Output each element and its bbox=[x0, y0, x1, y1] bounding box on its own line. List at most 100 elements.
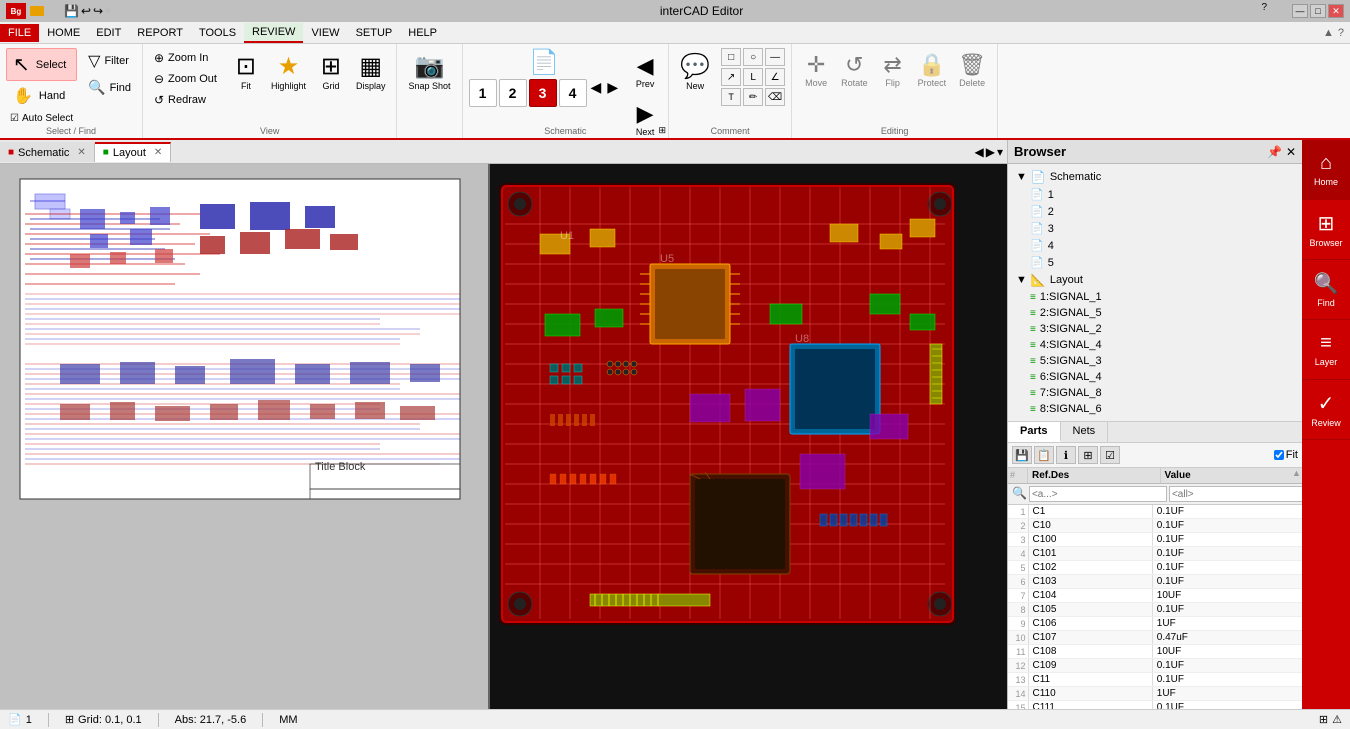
comment-text-button[interactable]: T bbox=[721, 88, 741, 106]
browser-copy-btn[interactable]: 📋 bbox=[1034, 446, 1054, 464]
tree-signal-7[interactable]: ≡7:SIGNAL_8 bbox=[1026, 385, 1298, 401]
minimize-button[interactable]: — bbox=[1292, 4, 1308, 18]
ribbon-minimize-icon[interactable]: ▲ bbox=[1323, 27, 1334, 39]
comment-rect-button[interactable]: □ bbox=[721, 48, 741, 66]
comment-arrow-button[interactable]: ↗ bbox=[721, 68, 741, 86]
highlight-button[interactable]: ★ Highlight bbox=[266, 48, 311, 95]
flip-button[interactable]: ⇄ Flip bbox=[875, 48, 911, 92]
tree-signal-1[interactable]: ≡1:SIGNAL_1 bbox=[1026, 289, 1298, 305]
menu-report[interactable]: REPORT bbox=[129, 24, 191, 42]
parts-table-row[interactable]: 7 C104 10UF bbox=[1008, 589, 1302, 603]
sidebar-review[interactable]: ✓ Review bbox=[1302, 380, 1350, 440]
menu-review[interactable]: REVIEW bbox=[244, 23, 303, 43]
snapshot-button[interactable]: 📷 Snap Shot bbox=[403, 48, 455, 95]
hand-button[interactable]: ✋ Hand bbox=[6, 82, 77, 110]
tree-sheet-1[interactable]: 📄1 bbox=[1026, 186, 1298, 203]
comment-l-button[interactable]: L bbox=[743, 68, 763, 86]
tree-signal-4[interactable]: ≡4:SIGNAL_4 bbox=[1026, 337, 1298, 353]
parts-table-row[interactable]: 2 C10 0.1UF bbox=[1008, 519, 1302, 533]
sheet-4-button[interactable]: 4 bbox=[559, 79, 587, 107]
menu-tools[interactable]: TOOLS bbox=[191, 24, 244, 42]
save-icon[interactable]: 💾 bbox=[64, 4, 79, 18]
parts-table-row[interactable]: 10 C107 0.47uF bbox=[1008, 631, 1302, 645]
sidebar-home[interactable]: ⌂ Home bbox=[1302, 140, 1350, 200]
comment-eraser-button[interactable]: ⌫ bbox=[765, 88, 785, 106]
parts-table-row[interactable]: 6 C103 0.1UF bbox=[1008, 575, 1302, 589]
sidebar-layer[interactable]: ≡ Layer bbox=[1302, 320, 1350, 380]
tree-signal-8[interactable]: ≡8:SIGNAL_6 bbox=[1026, 401, 1298, 417]
tree-schematic[interactable]: ▼ 📄 Schematic bbox=[1012, 168, 1298, 186]
schematic-canvas-area[interactable]: Title Block bbox=[0, 164, 488, 709]
panel-scroll-right[interactable]: ▶ bbox=[986, 145, 995, 159]
layout-tab-close[interactable]: ✕ bbox=[154, 147, 162, 158]
menu-help[interactable]: HELP bbox=[400, 24, 445, 42]
layout-view[interactable]: U1 U5 U8 bbox=[490, 164, 1007, 709]
sheet-next-icon[interactable]: ▶ bbox=[605, 79, 620, 107]
fit-checkbox[interactable] bbox=[1274, 450, 1284, 460]
parts-table-row[interactable]: 9 C106 1UF bbox=[1008, 617, 1302, 631]
select-button[interactable]: ↖ Select bbox=[6, 48, 77, 81]
parts-table-row[interactable]: 4 C101 0.1UF bbox=[1008, 547, 1302, 561]
sheet-1-button[interactable]: 1 bbox=[469, 79, 497, 107]
browser-info-btn[interactable]: ℹ bbox=[1056, 446, 1076, 464]
close-button[interactable]: ✕ bbox=[1328, 4, 1344, 18]
protect-button[interactable]: 🔒 Protect bbox=[913, 48, 952, 92]
panel-dropdown[interactable]: ▾ bbox=[997, 145, 1003, 159]
filter-button[interactable]: ▽ Filter bbox=[83, 48, 136, 74]
zoom-in-button[interactable]: ⊕ Zoom In bbox=[149, 48, 222, 68]
value-header[interactable]: Value bbox=[1161, 468, 1293, 483]
display-button[interactable]: ▦ Display bbox=[351, 48, 391, 95]
zoom-out-button[interactable]: ⊖ Zoom Out bbox=[149, 69, 222, 89]
schematic-tab-close[interactable]: ✕ bbox=[77, 147, 85, 158]
help-icon[interactable]: ? bbox=[1258, 2, 1270, 13]
status-display-btn[interactable]: ⊞ bbox=[1319, 713, 1328, 726]
browser-check-btn[interactable]: ☑ bbox=[1100, 446, 1120, 464]
parts-table-row[interactable]: 15 C111 0.1UF bbox=[1008, 701, 1302, 710]
redo-icon[interactable]: ↪ bbox=[93, 4, 103, 18]
undo-icon[interactable]: ↩ bbox=[81, 4, 91, 18]
nets-tab[interactable]: Nets bbox=[1061, 422, 1109, 442]
sheet-2-button[interactable]: 2 bbox=[499, 79, 527, 107]
sidebar-find[interactable]: 🔍 Find bbox=[1302, 260, 1350, 320]
browser-save-btn[interactable]: 💾 bbox=[1012, 446, 1032, 464]
parts-tab[interactable]: Parts bbox=[1008, 422, 1061, 442]
value-search[interactable] bbox=[1169, 486, 1302, 502]
browser-grid-btn[interactable]: ⊞ bbox=[1078, 446, 1098, 464]
help-question-icon[interactable]: ? bbox=[1338, 27, 1344, 39]
sidebar-browser[interactable]: ⊞ Browser bbox=[1302, 200, 1350, 260]
tree-layout[interactable]: ▼ 📐 Layout bbox=[1012, 271, 1298, 289]
menu-home[interactable]: HOME bbox=[39, 24, 88, 42]
refdes-header[interactable]: Ref.Des bbox=[1028, 468, 1161, 483]
redraw-button[interactable]: ↺ Redraw bbox=[149, 90, 222, 110]
sheet-3-button[interactable]: 3 bbox=[529, 79, 557, 107]
browser-close-icon[interactable]: ✕ bbox=[1286, 145, 1296, 159]
prev-button[interactable]: ◀ Prev bbox=[628, 48, 662, 94]
parts-table-row[interactable]: 13 C11 0.1UF bbox=[1008, 673, 1302, 687]
find-button[interactable]: 🔍 Find bbox=[83, 76, 136, 99]
tree-signal-3[interactable]: ≡3:SIGNAL_2 bbox=[1026, 321, 1298, 337]
tree-sheet-3[interactable]: 📄3 bbox=[1026, 220, 1298, 237]
parts-table-row[interactable]: 11 C108 10UF bbox=[1008, 645, 1302, 659]
parts-table-row[interactable]: 5 C102 0.1UF bbox=[1008, 561, 1302, 575]
parts-table-row[interactable]: 14 C110 1UF bbox=[1008, 687, 1302, 701]
comment-angle-button[interactable]: ∠ bbox=[765, 68, 785, 86]
grid-button[interactable]: ⊞ Grid bbox=[313, 48, 349, 95]
comment-line-button[interactable]: — bbox=[765, 48, 785, 66]
move-button[interactable]: ✛ Move bbox=[798, 48, 834, 92]
tree-sheet-2[interactable]: 📄2 bbox=[1026, 203, 1298, 220]
refdes-search[interactable] bbox=[1029, 486, 1167, 502]
tree-sheet-4[interactable]: 📄4 bbox=[1026, 237, 1298, 254]
browser-pin-icon[interactable]: 📌 bbox=[1267, 145, 1282, 159]
schematic-tab[interactable]: ■ Schematic ✕ bbox=[0, 142, 95, 162]
parts-table-row[interactable]: 8 C105 0.1UF bbox=[1008, 603, 1302, 617]
comment-circle-button[interactable]: ○ bbox=[743, 48, 763, 66]
auto-select-container[interactable]: ☑ Auto Select bbox=[6, 111, 77, 126]
sheet-prev-icon[interactable]: ◀ bbox=[589, 79, 604, 107]
tree-sheet-5[interactable]: 📄5 bbox=[1026, 254, 1298, 271]
menu-setup[interactable]: SETUP bbox=[348, 24, 401, 42]
parts-table-row[interactable]: 12 C109 0.1UF bbox=[1008, 659, 1302, 673]
menu-file[interactable]: FILE bbox=[0, 24, 39, 42]
delete-button[interactable]: 🗑 Delete bbox=[953, 48, 991, 92]
tree-signal-2[interactable]: ≡2:SIGNAL_5 bbox=[1026, 305, 1298, 321]
maximize-button[interactable]: □ bbox=[1310, 4, 1326, 18]
